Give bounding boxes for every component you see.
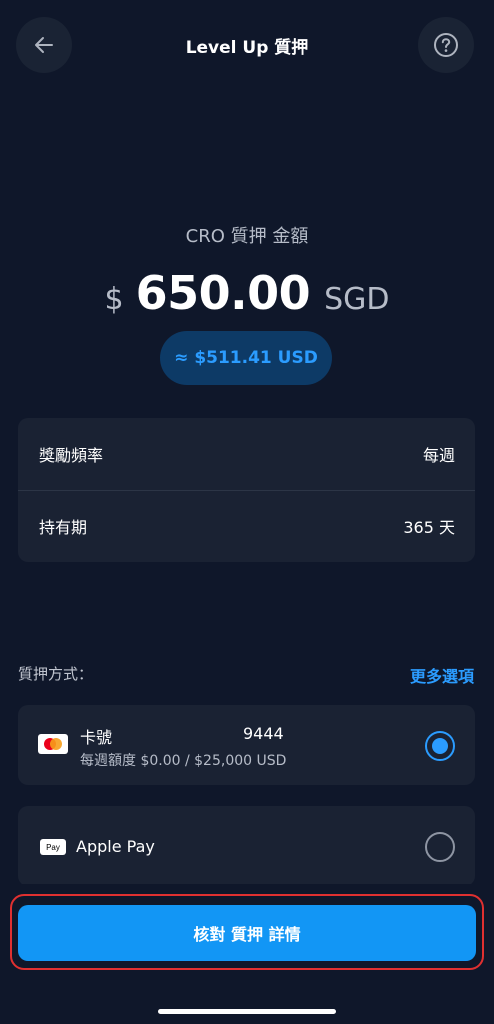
card-radio-selected[interactable] [425,731,455,761]
card-title: 卡號 [80,728,113,747]
card-number: 9444 [243,724,284,743]
holding-period-row: 持有期 365 天 [18,490,475,562]
payment-option-apple-pay[interactable]: Pay Apple Pay [18,806,475,886]
payment-option-card[interactable]: 卡號 9444 每週額度 $0.00 / $25,000 USD [18,705,475,785]
amount-currency: SGD [324,282,390,317]
reward-frequency-label: 獎勵頻率 [39,446,104,465]
stake-info-card: 獎勵頻率 每週 持有期 365 天 [18,418,475,562]
currency-symbol: $ [104,282,124,317]
holding-period-label: 持有期 [39,518,88,537]
apple-pay-label: Apple Pay [76,837,155,856]
question-circle-icon [434,33,458,57]
holding-period-value: 365 天 [403,518,455,537]
reward-frequency-row: 獎勵頻率 每週 [18,418,475,490]
amount-label: CRO 質押 金額 [185,226,309,247]
more-options-link[interactable]: 更多選項 [410,663,474,687]
amount-display: $ 650.00 SGD [0,266,494,320]
payment-method-label: 質押方式： [18,665,94,683]
help-button[interactable] [418,17,474,73]
apple-pay-icon: Pay [40,839,66,855]
card-weekly-limit: 每週額度 $0.00 / $25,000 USD [80,753,287,769]
mastercard-icon [38,734,68,754]
home-indicator [158,1009,336,1014]
apple-pay-radio[interactable] [425,832,455,862]
usd-equivalent-badge: ≈ $511.41 USD [160,331,332,385]
amount-value: 650.00 [135,266,311,320]
stake-screen: Level Up 質押 CRO 質押 金額 $ 650.00 SGD ≈ $51… [0,0,494,1024]
review-stake-details-button[interactable]: 核對 質押 詳情 [18,905,476,961]
reward-frequency-value: 每週 [422,446,455,465]
header: Level Up 質押 [0,16,494,74]
